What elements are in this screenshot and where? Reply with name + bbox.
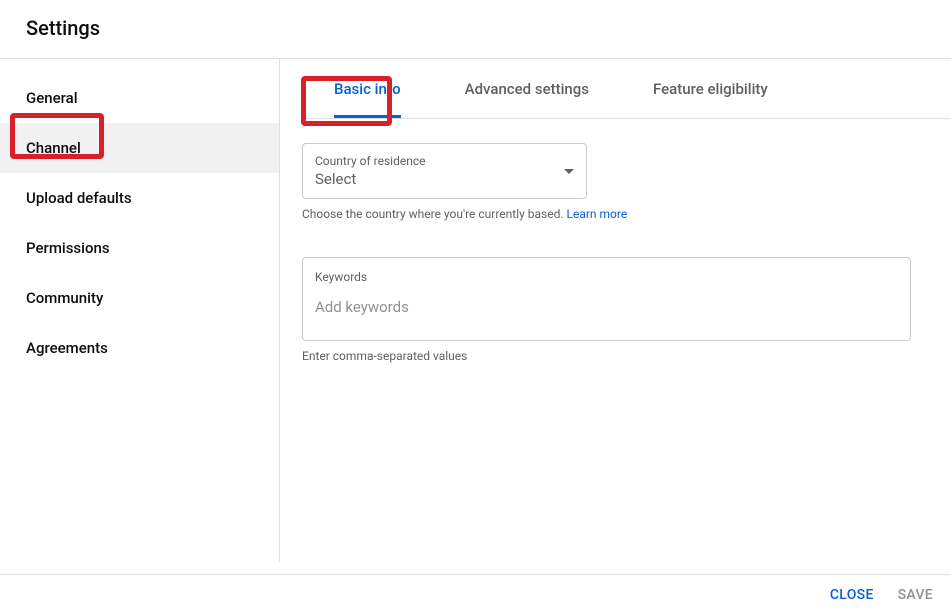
sidebar-item-channel[interactable]: Channel: [0, 123, 279, 173]
sidebar-item-label: Community: [26, 289, 103, 307]
settings-tabs: Basic info Advanced settings Feature eli…: [302, 59, 951, 119]
settings-body: General Channel Upload defaults Permissi…: [0, 59, 951, 562]
sidebar-item-label: Upload defaults: [26, 189, 132, 207]
keywords-input[interactable]: [315, 298, 898, 316]
country-helper-text: Choose the country where you're currentl…: [302, 207, 567, 221]
keywords-helper: Enter comma-separated values: [302, 349, 911, 363]
country-select[interactable]: Country of residence Select: [302, 143, 587, 199]
chevron-down-icon: [564, 169, 574, 174]
sidebar-item-agreements[interactable]: Agreements: [0, 323, 279, 373]
country-learn-more-link[interactable]: Learn more: [567, 207, 628, 221]
country-helper: Choose the country where you're currentl…: [302, 207, 911, 221]
page-title: Settings: [26, 16, 951, 40]
sidebar-item-general[interactable]: General: [0, 73, 279, 123]
keywords-field[interactable]: Keywords: [302, 257, 911, 341]
close-button[interactable]: CLOSE: [830, 587, 874, 603]
tab-label: Feature eligibility: [653, 80, 768, 98]
save-button[interactable]: SAVE: [898, 587, 933, 603]
settings-sidebar: General Channel Upload defaults Permissi…: [0, 59, 280, 562]
sidebar-item-label: Channel: [26, 139, 81, 157]
sidebar-item-label: Permissions: [26, 239, 110, 257]
country-select-value: Select: [315, 170, 425, 188]
keywords-label: Keywords: [315, 270, 898, 284]
tab-advanced-settings[interactable]: Advanced settings: [433, 59, 621, 118]
tab-label: Advanced settings: [465, 80, 589, 98]
settings-main: Basic info Advanced settings Feature eli…: [280, 59, 951, 562]
sidebar-item-upload-defaults[interactable]: Upload defaults: [0, 173, 279, 223]
sidebar-item-permissions[interactable]: Permissions: [0, 223, 279, 273]
sidebar-item-label: Agreements: [26, 339, 108, 357]
tab-content: Country of residence Select Choose the c…: [302, 119, 951, 363]
settings-footer: CLOSE SAVE: [0, 574, 951, 611]
sidebar-item-community[interactable]: Community: [0, 273, 279, 323]
tab-label: Basic info: [334, 80, 401, 98]
sidebar-item-label: General: [26, 89, 78, 107]
country-select-label: Country of residence: [315, 154, 425, 168]
tab-basic-info[interactable]: Basic info: [302, 59, 433, 118]
settings-header: Settings: [0, 0, 951, 59]
tab-feature-eligibility[interactable]: Feature eligibility: [621, 59, 800, 118]
country-select-inner: Country of residence Select: [315, 154, 425, 188]
